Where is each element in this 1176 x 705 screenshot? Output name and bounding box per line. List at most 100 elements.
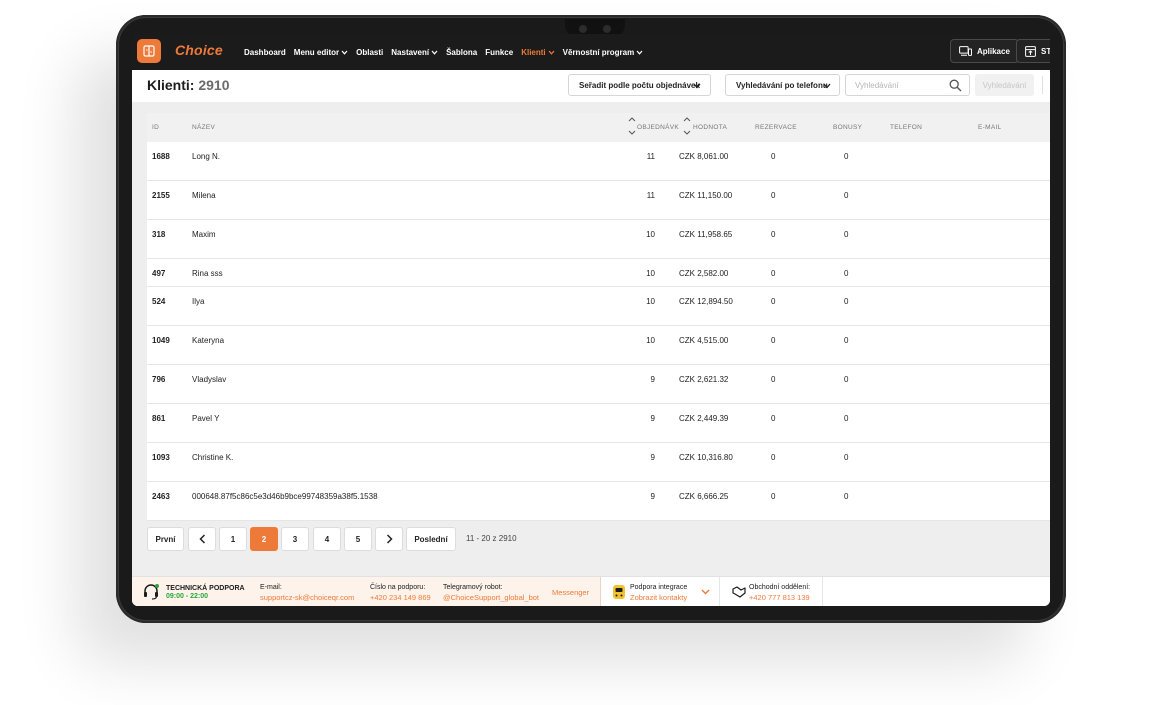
sales-phone-link[interactable]: +420 777 813 139 — [749, 593, 810, 602]
sort-arrows-icon[interactable] — [627, 115, 637, 139]
nav-item--ablona[interactable]: Šablona — [446, 48, 477, 57]
prev-page-button[interactable] — [188, 527, 216, 551]
page-button-1[interactable]: 1 — [219, 527, 247, 551]
chevron-right-icon — [386, 534, 393, 544]
table-row[interactable]: 1049 Kateryna 10 CZK 4,515.00 0 0 — [147, 326, 1050, 365]
col-orders-header[interactable]: OBJEDNÁVK — [637, 124, 679, 131]
search-mode-dropdown[interactable]: Vyhledávání po telefonu — [725, 74, 840, 96]
messenger-link[interactable]: Messenger — [552, 588, 589, 597]
col-name-header: NÁZEV — [192, 124, 216, 131]
phone-link[interactable]: +420 234 149 869 — [370, 593, 431, 602]
cell-bonuses: 0 — [844, 191, 849, 200]
nav-item-label: Oblasti — [356, 47, 384, 57]
chevron-down-icon — [548, 50, 555, 55]
menu-book-icon — [143, 45, 155, 57]
table-header: ID NÁZEV OBJEDNÁVK HODNOTA REZERVACE BONUSY TE… — [147, 113, 1050, 142]
nav-item-label: Šablona — [446, 47, 478, 57]
cell-bonuses: 0 — [844, 269, 849, 278]
cell-name: Long N. — [192, 152, 221, 161]
sort-dropdown[interactable]: Seřadit podle počtu objednávek — [568, 74, 711, 96]
page-button-4[interactable]: 4 — [313, 527, 341, 551]
cell-orders: 11 — [646, 191, 655, 200]
telegram-link[interactable]: @ChoiceSupport_global_bot — [443, 593, 539, 602]
table-row[interactable]: 2463 000648.87f5c86c5e3d46b9bce99748359a3… — [147, 482, 1050, 521]
cell-bonuses: 0 — [844, 297, 849, 306]
nav-item-oblasti[interactable]: Oblasti — [356, 48, 383, 57]
table-row[interactable]: 796 Vladyslav 9 CZK 2,621.32 0 0 — [147, 365, 1050, 404]
page-title: Klienti: 2910 — [147, 77, 230, 93]
cell-value: CZK 2,582.00 — [679, 269, 729, 278]
cell-id: 2463 — [152, 492, 170, 501]
cell-reservations: 0 — [771, 336, 776, 345]
page-button-5[interactable]: 5 — [344, 527, 372, 551]
cell-id: 861 — [152, 414, 166, 423]
search-field[interactable] — [845, 74, 970, 96]
nav-item-label: Věrnostní program — [562, 47, 635, 57]
cell-bonuses: 0 — [844, 230, 849, 239]
cell-name: Kateryna — [192, 336, 225, 345]
first-page-button[interactable]: První — [147, 527, 184, 551]
support-hours: 09:00 - 22:00 — [166, 593, 209, 600]
nav-item-label: Klienti — [521, 47, 546, 57]
next-page-button[interactable] — [375, 527, 403, 551]
nav-item-label: Nastavení — [391, 47, 430, 57]
headset-icon — [144, 584, 159, 600]
search-button[interactable]: Vyhledávání — [975, 74, 1034, 96]
chevron-down-icon — [341, 50, 348, 55]
app-logo[interactable] — [137, 39, 161, 63]
col-value-header[interactable]: HODNOTA — [693, 124, 727, 131]
cell-id: 497 — [152, 269, 166, 278]
nav-item-nastaven-[interactable]: Nastavení — [391, 48, 438, 57]
nav-item-label: Funkce — [485, 47, 514, 57]
table-row[interactable]: 318 Maxim 10 CZK 11,958.65 0 0 — [147, 220, 1050, 259]
nav-item-klienti[interactable]: Klienti — [521, 47, 555, 57]
table-row[interactable]: 861 Pavel Y 9 CZK 2,449.39 0 0 — [147, 404, 1050, 443]
cell-name: Christine K. — [192, 453, 234, 462]
search-input[interactable] — [853, 80, 947, 91]
cell-orders: 10 — [646, 336, 655, 345]
store-icon — [1025, 45, 1036, 57]
sales-label: Obchodní oddělení: — [749, 584, 811, 591]
col-id-header: ID — [152, 124, 160, 131]
nav-item-v-rnostn-program[interactable]: Věrnostní program — [563, 48, 644, 57]
brand-name[interactable]: Choice — [175, 42, 223, 58]
footer-divider — [822, 577, 823, 606]
page-button-3[interactable]: 3 — [281, 527, 309, 551]
cell-value: CZK 6,666.25 — [679, 492, 729, 501]
cell-orders: 9 — [650, 414, 655, 423]
cell-id: 796 — [152, 375, 166, 384]
email-link[interactable]: supportcz-sk@choiceqr.com — [260, 593, 354, 602]
chevron-down-icon — [636, 50, 643, 55]
apps-button-label: Aplikace — [977, 46, 1010, 56]
devices-icon — [959, 46, 972, 56]
cell-bonuses: 0 — [844, 152, 849, 161]
cell-bonuses: 0 — [844, 336, 849, 345]
table-row[interactable]: 497 Rina sss 10 CZK 2,582.00 0 0 — [147, 259, 1050, 287]
cell-bonuses: 0 — [844, 414, 849, 423]
last-page-button[interactable]: Poslední — [406, 527, 456, 551]
footer-divider — [600, 577, 601, 606]
table-row[interactable]: 2155 Milena 11 CZK 11,150.00 0 0 — [147, 181, 1050, 220]
table-row[interactable]: 1688 Long N. 11 CZK 8,061.00 0 0 — [147, 142, 1050, 181]
page-button-2[interactable]: 2 — [250, 527, 278, 551]
clients-table: ID NÁZEV OBJEDNÁVK HODNOTA REZERVACE BONUSY TE… — [147, 113, 1050, 521]
camera-icon — [579, 25, 587, 33]
table-row[interactable]: 524 Ilya 10 CZK 12,894.50 0 0 — [147, 287, 1050, 326]
cell-value: CZK 11,150.00 — [679, 191, 733, 200]
cell-id: 1688 — [152, 152, 170, 161]
integration-contacts-link[interactable]: Zobrazit kontakty — [630, 593, 687, 602]
cell-name: Pavel Y — [192, 414, 220, 423]
sort-arrows-icon[interactable] — [682, 115, 692, 139]
table-row[interactable]: 1093 Christine K. 9 CZK 10,316.80 0 0 — [147, 443, 1050, 482]
nav-item-menu-editor[interactable]: Menu editor — [294, 48, 348, 57]
store-button[interactable]: ST — [1016, 39, 1050, 63]
search-icon[interactable] — [949, 79, 962, 92]
nav-item-dashboard[interactable]: Dashboard — [244, 48, 286, 57]
col-reservations-header: REZERVACE — [755, 124, 797, 131]
content-area: ID NÁZEV OBJEDNÁVK HODNOTA REZERVACE BONUSY TE… — [132, 102, 1050, 576]
chevron-down-icon[interactable] — [701, 589, 710, 595]
chevron-down-icon — [431, 50, 438, 55]
apps-button[interactable]: Aplikace — [950, 39, 1019, 63]
nav-item-funkce[interactable]: Funkce — [485, 48, 513, 57]
tech-support-block: TECHNICKÁ PODPORA 09:00 - 22:00 E-mail: … — [132, 577, 600, 606]
